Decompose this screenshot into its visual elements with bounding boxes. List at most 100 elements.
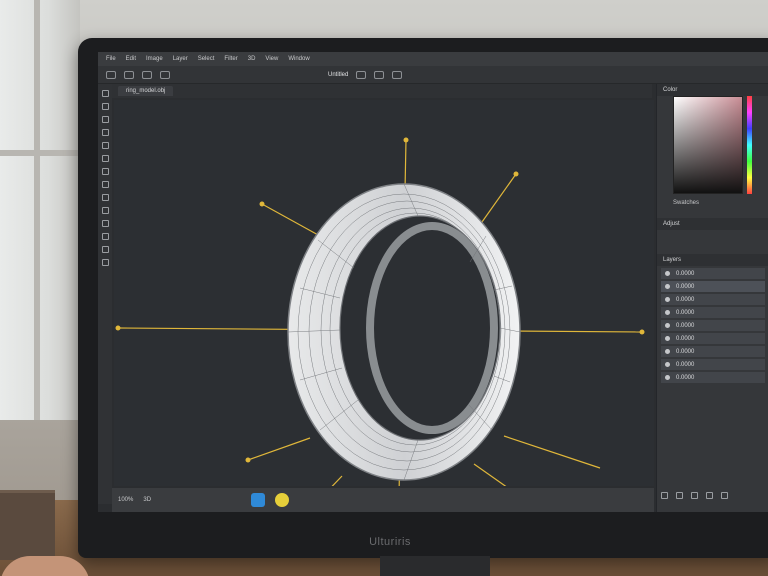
eye-icon[interactable] bbox=[665, 297, 670, 302]
eye-icon[interactable] bbox=[665, 362, 670, 367]
right-panel: Color Swatches Adjust Layers 0.0000 0.00… bbox=[656, 84, 768, 512]
layer-label: 0.0000 bbox=[676, 296, 695, 303]
layer-label: 0.0000 bbox=[676, 361, 695, 368]
handle[interactable] bbox=[245, 457, 251, 463]
layer-row[interactable]: 0.0000 bbox=[661, 359, 765, 370]
brush-tool-icon[interactable] bbox=[101, 155, 109, 162]
guide-ray bbox=[473, 463, 507, 486]
pen-tool-icon[interactable] bbox=[101, 207, 109, 214]
eye-icon[interactable] bbox=[665, 349, 670, 354]
menu-item[interactable]: Window bbox=[288, 56, 309, 62]
hand-tool-icon[interactable] bbox=[101, 246, 109, 253]
adjust-panel-title[interactable]: Adjust bbox=[657, 218, 768, 230]
ring-model[interactable] bbox=[287, 183, 521, 481]
layer-label: 0.0000 bbox=[676, 335, 695, 342]
shape-tool-icon[interactable] bbox=[101, 233, 109, 240]
monitor-brand: Ulturiris bbox=[369, 536, 411, 548]
slide-3d-icon[interactable] bbox=[392, 70, 403, 79]
menu-item[interactable]: Filter bbox=[224, 56, 237, 62]
menu-item[interactable]: Image bbox=[146, 56, 163, 62]
layer-row[interactable]: 0.0000 bbox=[661, 372, 765, 383]
layer-row[interactable]: 0.0000 bbox=[661, 281, 765, 292]
align-icon[interactable] bbox=[142, 70, 152, 79]
gradient-tool-icon[interactable] bbox=[101, 194, 109, 201]
swatches-label[interactable]: Swatches bbox=[673, 200, 699, 206]
transform-icon[interactable] bbox=[124, 70, 134, 79]
layer-row[interactable]: 0.0000 bbox=[661, 320, 765, 331]
handle[interactable] bbox=[639, 329, 645, 335]
layer-label: 0.0000 bbox=[676, 283, 695, 290]
pan-3d-icon[interactable] bbox=[374, 70, 385, 79]
handle[interactable] bbox=[403, 137, 409, 143]
zoom-tool-icon[interactable] bbox=[101, 259, 109, 266]
text-tool-icon[interactable] bbox=[101, 220, 109, 227]
layer-row[interactable]: 0.0000 bbox=[661, 268, 765, 279]
canvas[interactable] bbox=[114, 100, 654, 486]
eraser-tool-icon[interactable] bbox=[101, 181, 109, 188]
move-icon[interactable] bbox=[106, 70, 116, 79]
handle[interactable] bbox=[513, 171, 519, 177]
zoom-level[interactable]: 100% bbox=[118, 497, 133, 503]
monitor-stand bbox=[380, 556, 490, 576]
eyedropper-tool-icon[interactable] bbox=[101, 142, 109, 149]
guide-ray bbox=[481, 173, 517, 223]
color-picker[interactable] bbox=[673, 96, 743, 194]
viewport-3d[interactable] bbox=[114, 100, 654, 486]
folder-icon[interactable] bbox=[676, 492, 683, 499]
layer-label: 0.0000 bbox=[676, 270, 695, 277]
window-background bbox=[0, 0, 80, 420]
guide-ray bbox=[331, 475, 343, 486]
menu-item[interactable]: Edit bbox=[126, 56, 136, 62]
lasso-tool-icon[interactable] bbox=[101, 116, 109, 123]
adjust-icon[interactable] bbox=[706, 492, 713, 499]
cabinet bbox=[0, 490, 55, 560]
taskbar-app-icon[interactable] bbox=[275, 493, 290, 507]
stamp-tool-icon[interactable] bbox=[101, 168, 109, 175]
handle[interactable] bbox=[115, 325, 121, 331]
layer-row[interactable]: 0.0000 bbox=[661, 294, 765, 305]
doc-info: 3D bbox=[143, 497, 152, 503]
new-layer-icon[interactable] bbox=[661, 492, 668, 499]
layer-row[interactable]: 0.0000 bbox=[661, 307, 765, 318]
marquee-tool-icon[interactable] bbox=[101, 103, 109, 110]
status-bar: 100% 3D bbox=[112, 488, 654, 512]
handle[interactable] bbox=[259, 201, 265, 207]
menu-item[interactable]: Layer bbox=[173, 56, 188, 62]
move-tool-icon[interactable] bbox=[101, 90, 109, 97]
layer-row[interactable]: 0.0000 bbox=[661, 333, 765, 344]
layer-row[interactable]: 0.0000 bbox=[661, 346, 765, 357]
menu-item[interactable]: Select bbox=[198, 56, 215, 62]
guide-ray bbox=[503, 435, 601, 469]
color-panel-title[interactable]: Color bbox=[657, 84, 768, 96]
layer-label: 0.0000 bbox=[676, 309, 695, 316]
menu-item[interactable]: File bbox=[106, 56, 116, 62]
screen: File Edit Image Layer Select Filter 3D V… bbox=[98, 52, 768, 512]
eye-icon[interactable] bbox=[665, 336, 670, 341]
options-bar: Untitled bbox=[98, 66, 768, 84]
eye-icon[interactable] bbox=[665, 323, 670, 328]
toolbox bbox=[98, 84, 112, 504]
document-tabs: ring_model.obj bbox=[112, 84, 652, 98]
eye-icon[interactable] bbox=[665, 284, 670, 289]
layer-label: 0.0000 bbox=[676, 374, 695, 381]
eye-icon[interactable] bbox=[665, 375, 670, 380]
taskbar-app-icon[interactable] bbox=[251, 493, 266, 507]
delete-icon[interactable] bbox=[721, 492, 728, 499]
rotate-3d-icon[interactable] bbox=[356, 70, 367, 79]
eye-icon[interactable] bbox=[665, 310, 670, 315]
distribute-icon[interactable] bbox=[160, 70, 170, 79]
hue-slider[interactable] bbox=[747, 96, 752, 194]
layers-panel-title[interactable]: Layers bbox=[657, 254, 768, 266]
mask-icon[interactable] bbox=[691, 492, 698, 499]
menu-bar: File Edit Image Layer Select Filter 3D V… bbox=[98, 52, 768, 66]
guide-ray bbox=[261, 203, 321, 237]
crop-tool-icon[interactable] bbox=[101, 129, 109, 136]
layer-label: 0.0000 bbox=[676, 348, 695, 355]
guide-ray bbox=[247, 437, 311, 461]
eye-icon[interactable] bbox=[665, 271, 670, 276]
layer-label: 0.0000 bbox=[676, 322, 695, 329]
menu-item[interactable]: 3D bbox=[248, 56, 256, 62]
menu-item[interactable]: View bbox=[265, 56, 278, 62]
layers-panel: Layers 0.0000 0.0000 0.0000 0.0000 0.000… bbox=[657, 254, 768, 385]
document-tab[interactable]: ring_model.obj bbox=[118, 86, 174, 96]
